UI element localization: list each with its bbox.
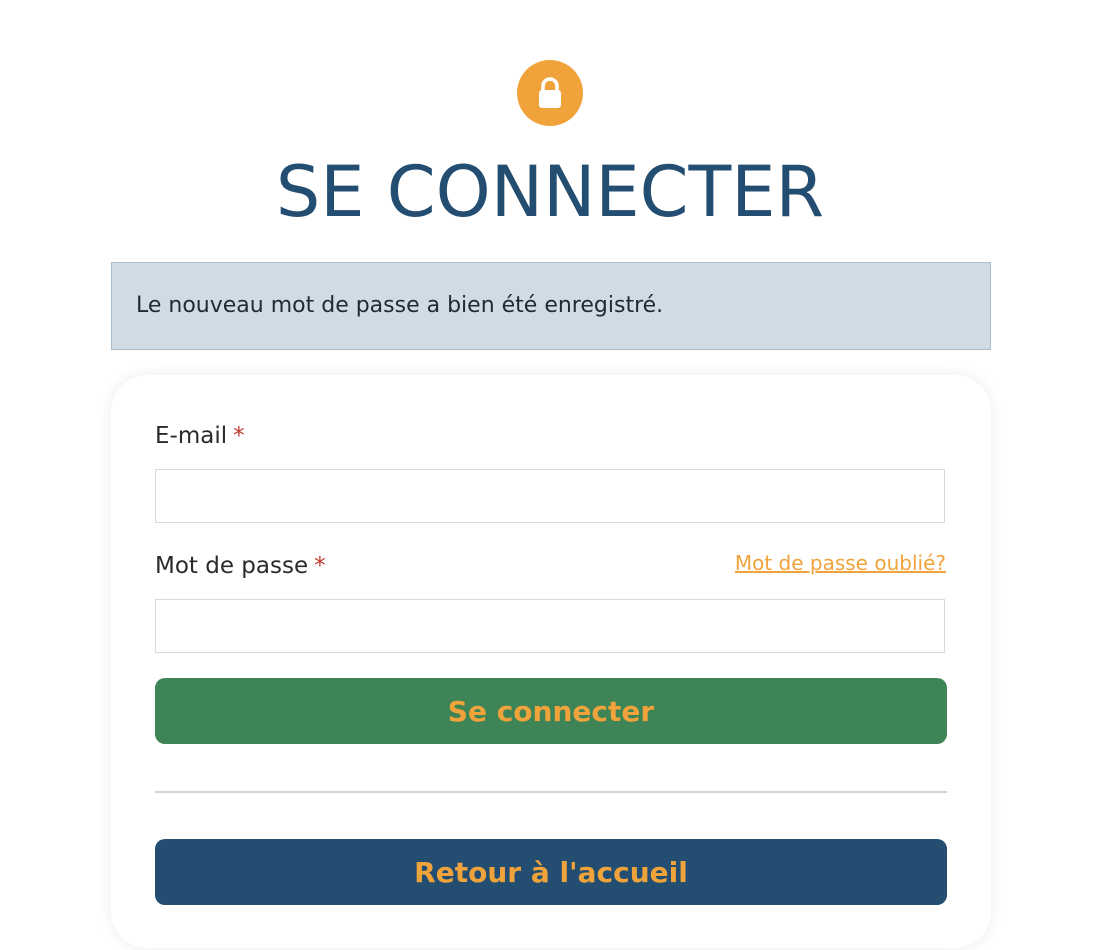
login-card: E-mail * Mot de passe * Mot de passe oubli…: [111, 375, 991, 948]
password-label-text: Mot de passe: [155, 553, 309, 579]
login-button-label: Se connecter: [447, 694, 655, 728]
forgot-password-link[interactable]: Mot de passe oublié?: [735, 551, 946, 575]
lock-badge: [517, 60, 583, 126]
email-label: E-mail *: [155, 423, 245, 449]
success-alert: Le nouveau mot de passe a bien été enreg…: [111, 262, 991, 350]
login-page: SE CONNECTER Le nouveau mot de passe a b…: [0, 0, 1110, 950]
required-marker: *: [233, 423, 245, 449]
divider: [155, 791, 947, 793]
password-label: Mot de passe *: [155, 553, 326, 579]
lock-icon: [539, 77, 561, 108]
required-marker: *: [314, 553, 326, 579]
email-label-text: E-mail: [155, 423, 228, 449]
back-home-button[interactable]: Retour à l'accueil: [155, 839, 947, 905]
email-input[interactable]: [155, 469, 945, 523]
alert-message: Le nouveau mot de passe a bien été enreg…: [136, 293, 664, 318]
back-home-button-label: Retour à l'accueil: [414, 855, 688, 889]
password-input[interactable]: [155, 599, 945, 653]
page-title: SE CONNECTER: [275, 151, 825, 233]
login-button[interactable]: Se connecter: [155, 678, 947, 744]
